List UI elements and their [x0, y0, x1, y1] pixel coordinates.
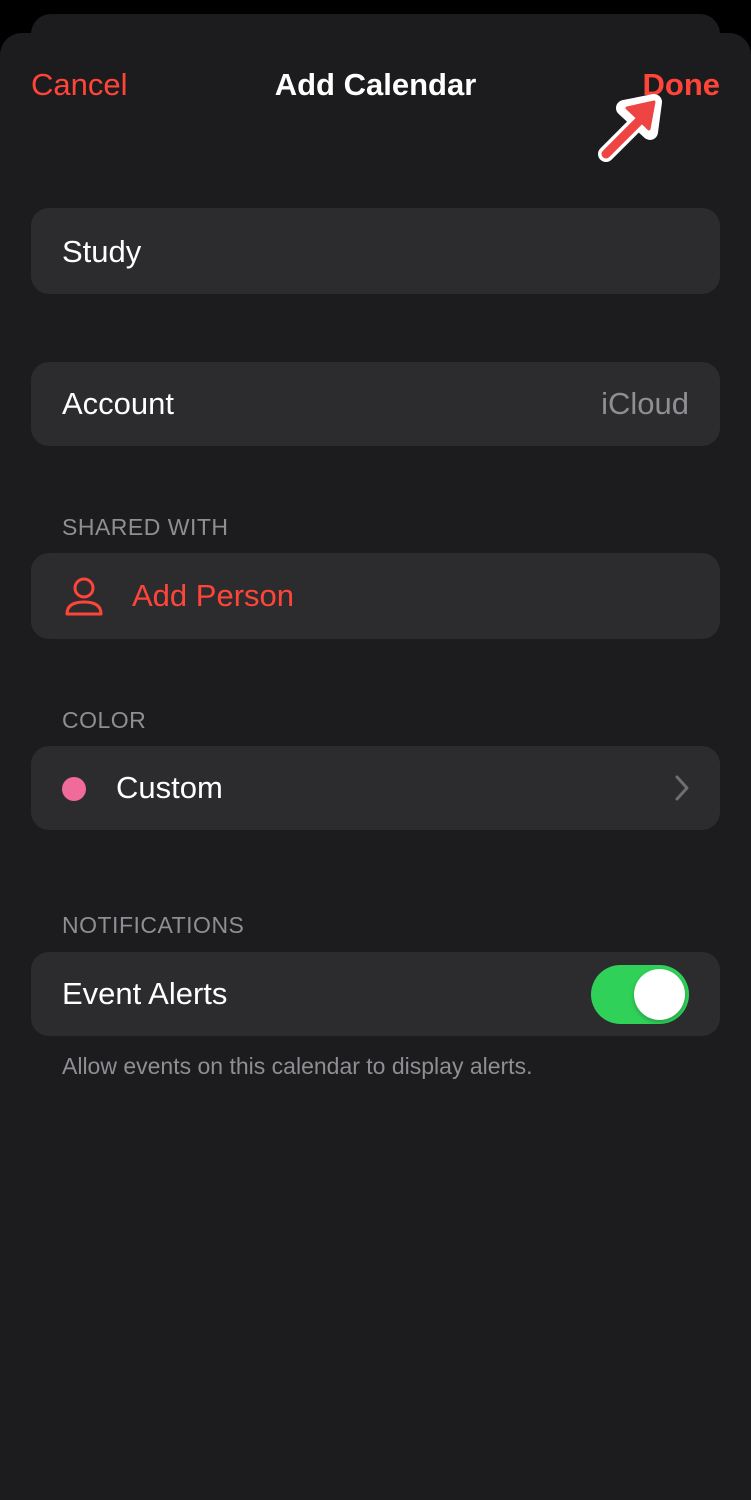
shared-with-header: SHARED WITH — [62, 514, 229, 540]
event-alerts-label: Event Alerts — [62, 976, 228, 1011]
person-icon — [65, 577, 103, 616]
account-row[interactable]: Account iCloud — [31, 362, 720, 446]
event-alerts-footnote: Allow events on this calendar to display… — [62, 1053, 533, 1079]
account-value: iCloud — [601, 386, 689, 421]
add-person-button[interactable]: Add Person — [31, 553, 720, 639]
color-label: Custom — [116, 770, 223, 805]
notifications-header: NOTIFICATIONS — [62, 912, 245, 938]
screen: Cancel Add Calendar Done Study Account i… — [0, 0, 751, 1500]
add-person-label: Add Person — [132, 578, 294, 613]
event-alerts-row: Event Alerts — [31, 952, 720, 1036]
toggle-knob — [634, 969, 685, 1020]
color-swatch — [62, 777, 86, 801]
color-row[interactable]: Custom — [31, 746, 720, 830]
chevron-right-icon — [675, 775, 689, 801]
red-arrow-icon — [598, 94, 662, 162]
calendar-name-field[interactable]: Study — [31, 208, 720, 294]
calendar-name-value: Study — [62, 234, 142, 269]
event-alerts-toggle[interactable] — [591, 965, 689, 1024]
account-label: Account — [62, 386, 175, 421]
color-header: COLOR — [62, 707, 147, 733]
